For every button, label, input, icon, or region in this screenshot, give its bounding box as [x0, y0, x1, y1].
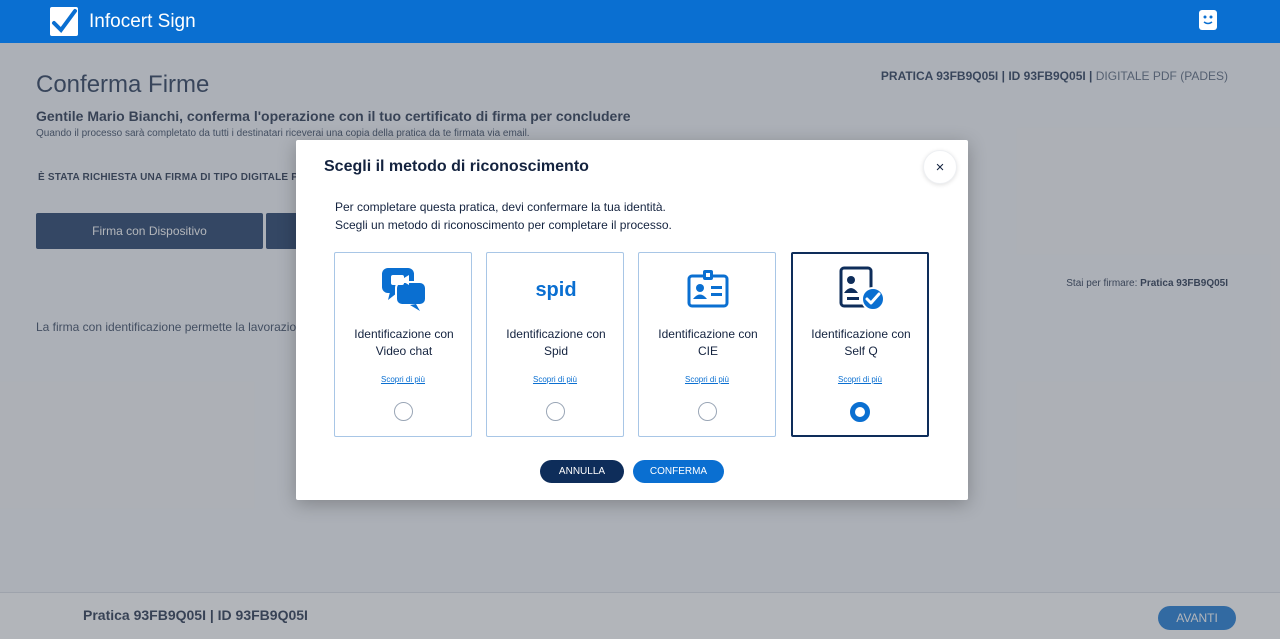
- scopri-di-piu-link[interactable]: Scopri di più: [639, 375, 775, 384]
- conferma-button[interactable]: CONFERMA: [633, 460, 724, 483]
- recognition-method-modal: Scegli il metodo di riconoscimento × Per…: [296, 140, 968, 500]
- option-label: Identificazione con CIE: [658, 327, 758, 358]
- option-radio[interactable]: [698, 402, 717, 421]
- modal-intro-line-2: Scegli un metodo di riconoscimento per c…: [335, 218, 672, 232]
- scopri-di-piu-link[interactable]: Scopri di più: [487, 375, 623, 384]
- self-q-icon: [837, 265, 885, 313]
- scopri-di-piu-link[interactable]: Scopri di più: [335, 375, 471, 384]
- modal-intro-line-1: Per completare questa pratica, devi conf…: [335, 200, 666, 214]
- option-card-cie[interactable]: Identificazione con CIE Scopri di più: [638, 252, 776, 437]
- chat-face-icon[interactable]: [1199, 10, 1217, 30]
- spid-icon-text: spid: [535, 279, 576, 301]
- modal-title: Scegli il metodo di riconoscimento: [324, 158, 589, 175]
- option-card-self-q[interactable]: Identificazione con Self Q Scopri di più: [791, 252, 929, 437]
- spid-icon: spid: [532, 265, 580, 313]
- top-bar: Infocert Sign: [0, 0, 1280, 43]
- infocert-logo-icon[interactable]: [50, 7, 78, 36]
- scopri-di-piu-link[interactable]: Scopri di più: [792, 375, 928, 384]
- option-label: Identificazione con Video chat: [354, 327, 454, 358]
- annulla-button[interactable]: ANNULLA: [540, 460, 624, 483]
- option-radio[interactable]: [394, 402, 413, 421]
- option-card-video-chat[interactable]: Identificazione con Video chat Scopri di…: [334, 252, 472, 437]
- option-radio[interactable]: [546, 402, 565, 421]
- option-label: Identificazione con Self Q: [811, 327, 911, 358]
- close-icon[interactable]: ×: [923, 150, 957, 184]
- video-chat-icon: [380, 265, 428, 313]
- option-label: Identificazione con Spid: [506, 327, 606, 358]
- brand-name: Infocert Sign: [89, 11, 196, 32]
- option-radio-selected[interactable]: [850, 402, 870, 422]
- option-card-spid[interactable]: spid Identificazione con Spid Scopri di …: [486, 252, 624, 437]
- id-card-icon: [684, 265, 732, 313]
